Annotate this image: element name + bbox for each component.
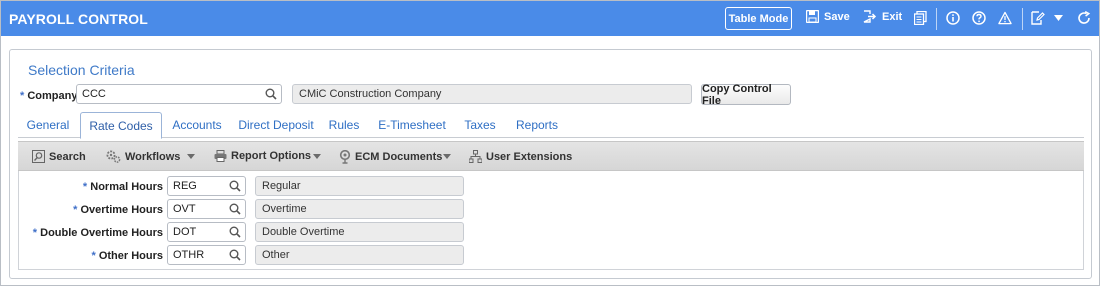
search-icon[interactable] (229, 203, 241, 218)
rate-code-value: REG (173, 180, 197, 192)
company-input[interactable]: CCC (76, 84, 282, 104)
workflows-dropdown-icon[interactable] (187, 154, 195, 159)
search-icon[interactable] (229, 249, 241, 264)
rate-code-label: Normal Hours (90, 181, 163, 193)
company-label: * Company (20, 90, 77, 102)
tab-reports[interactable]: Reports (510, 112, 564, 138)
rate-code-value: OTHR (173, 249, 205, 261)
report-options-dropdown-icon[interactable] (313, 154, 321, 159)
search-button[interactable]: Search (32, 150, 86, 163)
ecm-documents-label: ECM Documents (355, 151, 443, 163)
report-options-label: Report Options (231, 150, 312, 162)
company-name-field: CMiC Construction Company (292, 84, 692, 104)
overtime-hours-code-input[interactable]: OVT (167, 199, 246, 219)
search-button-label: Search (49, 150, 86, 163)
hierarchy-icon (469, 150, 482, 163)
copy-control-file-button[interactable]: Copy Control File (701, 83, 791, 107)
tab-rules[interactable]: Rules (324, 112, 364, 138)
workflows-button[interactable]: Workflows (106, 150, 180, 163)
double-overtime-hours-label: * Double Overtime Hours (19, 227, 163, 241)
selection-criteria-section: Selection Criteria * Company CCC CMiC Co… (18, 50, 1084, 270)
user-extensions-button[interactable]: User Extensions (469, 150, 572, 163)
chevron-down-icon[interactable] (1051, 11, 1065, 25)
other-hours-label: * Other Hours (19, 250, 163, 264)
normal-hours-label: * Normal Hours (19, 181, 163, 195)
tab-direct-deposit[interactable]: Direct Deposit (232, 112, 320, 138)
tab-general[interactable]: General (20, 112, 76, 138)
rate-code-value: OVT (173, 203, 196, 215)
other-hours-description: Other (255, 245, 464, 265)
copy-icon[interactable] (913, 11, 927, 25)
normal-hours-description: Regular (255, 176, 464, 196)
action-toolbar: Search Workflows Report Options ECM Docu… (18, 141, 1084, 171)
search-icon[interactable] (229, 226, 241, 241)
save-label: Save (824, 10, 850, 23)
save-icon (806, 10, 819, 23)
normal-hours-code-input[interactable]: REG (167, 176, 246, 196)
ecm-documents-icon (339, 150, 351, 164)
warning-icon[interactable] (998, 11, 1012, 25)
search-icon (32, 150, 45, 163)
overtime-hours-label: * Overtime Hours (19, 204, 163, 218)
rate-code-value: DOT (173, 226, 197, 238)
required-marker: * (73, 204, 78, 216)
user-extensions-label: User Extensions (486, 150, 573, 163)
refresh-icon[interactable] (1077, 11, 1091, 25)
info-icon[interactable] (946, 11, 960, 25)
toolbar-separator (1022, 8, 1023, 30)
required-marker: * (32, 227, 38, 239)
title-bar: PAYROLL CONTROL Table Mode Save Exit (1, 1, 1099, 36)
rate-codes-form: * Normal Hours REG Regular * Overtime Ho… (18, 171, 1084, 270)
double-overtime-hours-description: Double Overtime (255, 222, 464, 242)
workflows-label: Workflows (125, 150, 181, 163)
rate-code-label: Double Overtime Hours (40, 227, 163, 239)
printer-icon (214, 150, 227, 162)
tab-rate-codes[interactable]: Rate Codes (80, 112, 162, 139)
company-input-value: CCC (82, 88, 106, 100)
edit-icon[interactable] (1031, 11, 1045, 25)
tab-taxes[interactable]: Taxes (458, 112, 502, 138)
rate-code-label: Other Hours (98, 250, 163, 262)
tab-accounts[interactable]: Accounts (166, 112, 228, 138)
exit-icon (863, 10, 877, 23)
tab-e-timesheet[interactable]: E-Timesheet (374, 112, 450, 138)
required-marker: * (82, 181, 88, 193)
ecm-documents-dropdown-icon[interactable] (443, 154, 451, 159)
exit-label: Exit (882, 10, 903, 23)
rate-code-label: Overtime Hours (80, 204, 163, 216)
tab-bar: General Rate Codes Accounts Direct Depos… (18, 112, 1084, 139)
overtime-hours-description: Overtime (255, 199, 464, 219)
save-button[interactable]: Save (806, 10, 850, 23)
search-icon[interactable] (229, 180, 241, 195)
search-icon[interactable] (265, 88, 277, 103)
exit-button[interactable]: Exit (863, 10, 902, 23)
table-mode-button[interactable]: Table Mode (725, 7, 792, 30)
app-title: PAYROLL CONTROL (9, 11, 148, 27)
gears-icon (106, 150, 121, 163)
double-overtime-hours-code-input[interactable]: DOT (167, 222, 246, 242)
ecm-documents-button[interactable]: ECM Documents (339, 150, 442, 164)
report-options-button[interactable]: Report Options (214, 150, 311, 162)
section-title: Selection Criteria (28, 62, 135, 78)
help-icon[interactable] (972, 11, 986, 25)
required-marker: * (91, 250, 96, 262)
toolbar-separator (936, 8, 937, 30)
required-marker: * (20, 90, 25, 102)
company-label-text: Company (27, 90, 78, 102)
other-hours-code-input[interactable]: OTHR (167, 245, 246, 265)
main-panel: Selection Criteria * Company CCC CMiC Co… (9, 49, 1092, 279)
